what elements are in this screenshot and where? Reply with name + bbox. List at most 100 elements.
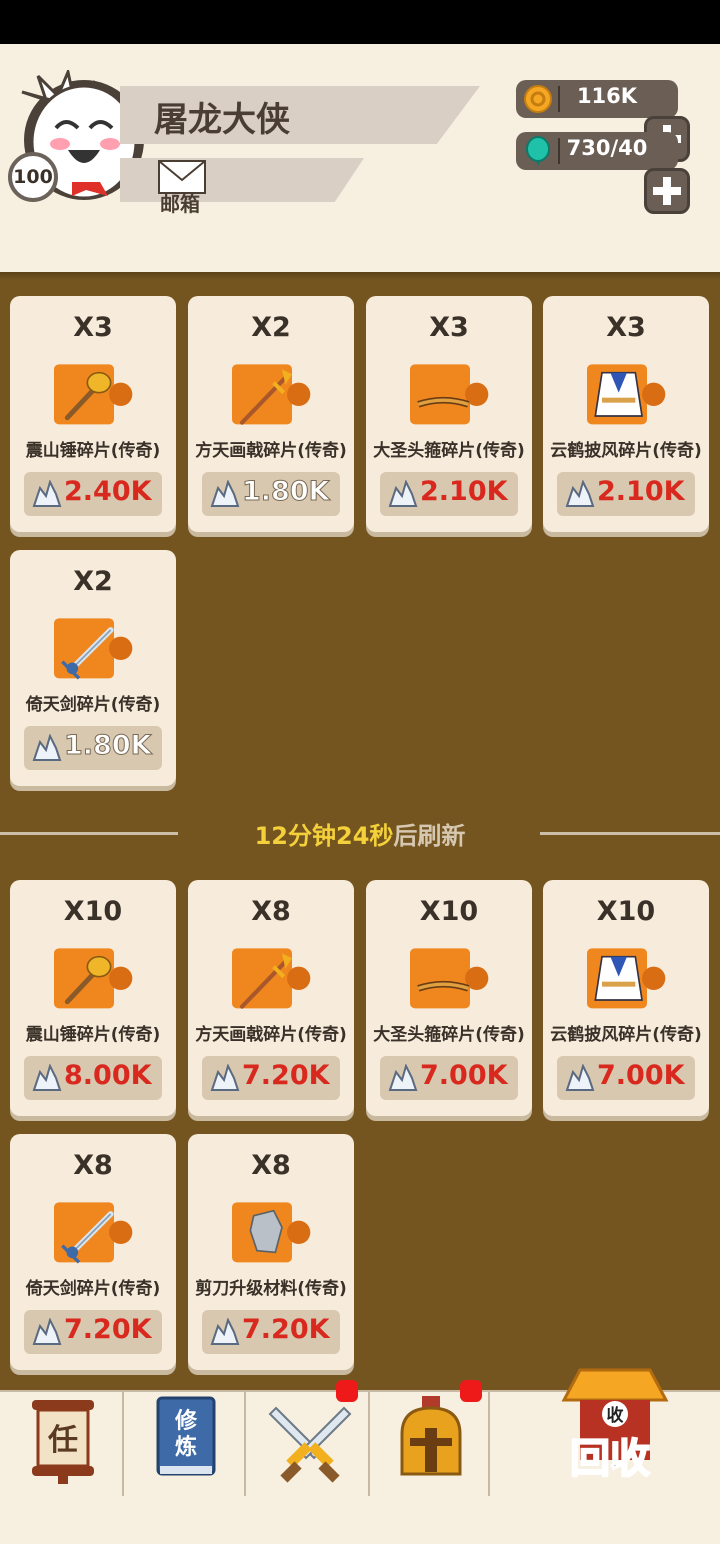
item-name: 倚天剑碎片(传奇) (25, 1279, 161, 1299)
nav-task[interactable]: 任 (0, 1392, 124, 1496)
crystal-icon (210, 1064, 240, 1091)
item-name: 大圣头箍碎片(传奇) (373, 1025, 525, 1045)
crystal-icon (565, 1064, 595, 1091)
price-amount: 1.80K (64, 730, 153, 762)
mail-label[interactable]: 邮箱 (160, 188, 200, 217)
crystal-icon (388, 1064, 418, 1091)
cloak-icon (587, 364, 666, 425)
buy-price-button[interactable]: 7.20K (24, 1310, 162, 1354)
shop-item-card[interactable]: X10 云鹤披风碎片(传奇) 7.00K (543, 880, 709, 1116)
buy-price-button[interactable]: 2.10K (557, 472, 695, 516)
add-gem-button[interactable] (644, 168, 690, 214)
gem-amount: 730/40 (566, 136, 648, 160)
buy-price-button[interactable]: 7.20K (202, 1310, 340, 1354)
refresh-timer: 12分钟24秒后刷新 (0, 816, 720, 851)
nav-battle[interactable] (246, 1380, 370, 1496)
shop-item-card[interactable]: X3 大圣头箍碎片(传奇) 2.10K (366, 296, 532, 532)
shop-area: X3 震山锤碎片(传奇) 2.40K X2 方天画戟碎片(传奇) 1.80K X3 大圣头箍碎… (0, 272, 720, 1390)
helmet-icon (400, 1396, 462, 1476)
buy-price-button[interactable]: 7.20K (202, 1056, 340, 1100)
item-quantity: X2 (73, 566, 113, 597)
price-amount: 2.40K (64, 476, 152, 507)
price-amount: 7.20K (242, 1314, 330, 1345)
shop-item-card[interactable]: X8 倚天剑碎片(传奇) 7.20K (10, 1134, 176, 1370)
shop-item-card[interactable]: X3 震山锤碎片(传奇) 2.40K (10, 296, 176, 532)
halberd-icon (232, 364, 311, 425)
buy-price-button[interactable]: 8.00K (24, 1056, 162, 1100)
crystal-icon (32, 1064, 62, 1091)
item-quantity: X2 (251, 312, 291, 343)
scroll-icon: 任 (32, 1400, 94, 1484)
notification-badge (460, 1380, 482, 1402)
crystal-icon (565, 480, 595, 507)
crystal-icon (210, 480, 240, 507)
item-name: 方天画戟碎片(传奇) (195, 1025, 347, 1045)
nav-cultivate[interactable]: 修 炼 (124, 1392, 246, 1496)
level-badge: 100 (8, 152, 58, 202)
headband-icon (410, 364, 489, 425)
item-quantity: X8 (251, 896, 291, 927)
book-icon: 修 炼 (156, 1396, 216, 1476)
item-name: 大圣头箍碎片(传奇) (373, 441, 525, 461)
cultivate-glyph-2: 炼 (175, 1434, 197, 1460)
price-amount: 2.10K (597, 476, 685, 507)
item-name: 方天画戟碎片(传奇) (195, 441, 347, 461)
nav-equipment[interactable] (370, 1380, 490, 1496)
crystal-icon (210, 1318, 240, 1345)
item-name: 倚天剑碎片(传奇) (25, 695, 161, 715)
crystal-icon (32, 1318, 62, 1345)
buy-price-button[interactable]: 1.80K (24, 726, 162, 770)
refresh-suffix: 后刷新 (393, 822, 466, 850)
divider (558, 138, 560, 164)
item-name: 震山锤碎片(传奇) (25, 1025, 161, 1045)
price-amount: 2.10K (420, 476, 508, 507)
item-quantity: X8 (251, 1150, 291, 1181)
price-amount: 7.20K (64, 1314, 152, 1345)
notification-badge (336, 1380, 358, 1402)
buy-price-button[interactable]: 7.00K (557, 1056, 695, 1100)
crystal-icon (32, 480, 62, 507)
shop-item-card[interactable]: X10 大圣头箍碎片(传奇) 7.00K (366, 880, 532, 1116)
plus-icon (653, 177, 681, 205)
price-amount: 7.00K (597, 1060, 685, 1091)
price-amount: 8.00K (64, 1060, 152, 1091)
item-quantity: X10 (419, 896, 479, 927)
shop-item-card[interactable]: X2 倚天剑碎片(传奇) 1.80K (10, 550, 176, 786)
item-quantity: X8 (73, 1150, 113, 1181)
shop-item-card[interactable]: X10 震山锤碎片(传奇) 8.00K (10, 880, 176, 1116)
buy-price-button[interactable]: 2.10K (380, 472, 518, 516)
item-name: 云鹤披风碎片(传奇) (550, 1025, 702, 1045)
gem-counter: 730/40 (516, 132, 678, 170)
shop-item-card[interactable]: X8 剪刀升级材料(传奇) 7.20K (188, 1134, 354, 1370)
buy-price-button[interactable]: 2.40K (24, 472, 162, 516)
price-amount: 7.20K (242, 1060, 330, 1091)
gem-icon (526, 136, 550, 166)
gold-amount: 116K (576, 84, 638, 108)
buy-price-button[interactable]: 1.80K (202, 472, 340, 516)
crystal-icon (388, 480, 418, 507)
item-quantity: X10 (596, 896, 656, 927)
sword-icon (54, 618, 133, 680)
task-glyph: 任 (47, 1423, 78, 1458)
gold-coin-icon (524, 85, 552, 113)
shade (0, 272, 720, 280)
recycle-label[interactable]: 回收 (569, 1426, 651, 1484)
halberd-icon (232, 948, 311, 1009)
shop-item-card[interactable]: X8 方天画戟碎片(传奇) 7.20K (188, 880, 354, 1116)
crossed-swords-icon (268, 1406, 352, 1483)
shop-item-card[interactable]: X2 方天画戟碎片(传奇) 1.80K (188, 296, 354, 532)
hammer-icon (54, 948, 133, 1009)
buy-price-button[interactable]: 7.00K (380, 1056, 518, 1100)
shop-item-card[interactable]: X3 云鹤披风碎片(传奇) 2.10K (543, 296, 709, 532)
cultivate-glyph-1: 修 (174, 1408, 198, 1434)
item-name: 剪刀升级材料(传奇) (195, 1279, 347, 1299)
stone-icon (232, 1202, 311, 1263)
price-amount: 1.80K (242, 476, 331, 508)
status-bar (0, 0, 720, 44)
cloak-icon (587, 948, 666, 1009)
mail-banner (120, 158, 364, 202)
item-name: 云鹤披风碎片(传奇) (550, 441, 702, 461)
item-quantity: X3 (429, 312, 469, 343)
footer (0, 1496, 720, 1544)
item-name: 震山锤碎片(传奇) (25, 441, 161, 461)
